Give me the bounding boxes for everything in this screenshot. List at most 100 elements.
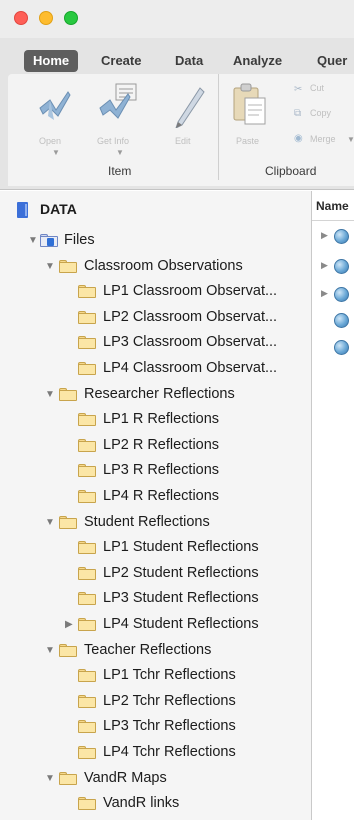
list-item[interactable]: [312, 308, 354, 333]
scissors-icon: ✂: [294, 84, 303, 95]
tree-item-lp2-r-reflections[interactable]: LP2 R Reflections: [0, 433, 311, 459]
tree-item-lp2-tchr-reflections[interactable]: LP2 Tchr Reflections: [0, 689, 311, 715]
minimize-window-button[interactable]: [39, 11, 53, 25]
list-item[interactable]: [312, 335, 354, 360]
tree-item-lp3-tchr-reflections[interactable]: LP3 Tchr Reflections: [0, 714, 311, 740]
tree-item-label: LP1 Tchr Reflections: [103, 667, 236, 684]
column-header-name[interactable]: Name: [312, 191, 354, 221]
globe-icon: [334, 287, 349, 302]
merge-icon: ◉: [294, 133, 303, 144]
disclosure-collapsed-icon[interactable]: ▶: [321, 260, 328, 271]
tab-analyze[interactable]: Analyze: [233, 50, 282, 72]
tree-root-data[interactable]: DATA: [0, 191, 311, 227]
folder-icon: [78, 566, 96, 580]
ribbon: Home Create Data Analyze Quer Open ▼ Get…: [0, 38, 354, 190]
tree-item-label: LP2 Classroom Observat...: [103, 308, 278, 325]
disclosure-expanded-icon[interactable]: ▼: [45, 517, 55, 529]
tree-item-researcher-reflections[interactable]: ▼ Researcher Reflections: [0, 382, 311, 408]
database-icon: [17, 202, 28, 218]
tree-item-lp1-tchr-reflections[interactable]: LP1 Tchr Reflections: [0, 663, 311, 689]
tree-item-classroom-observations[interactable]: ▼ Classroom Observations: [0, 254, 311, 280]
get-info-label: Get Info: [97, 136, 130, 146]
disclosure-expanded-icon[interactable]: ▼: [45, 389, 55, 401]
get-info-icon: [99, 83, 137, 119]
tree-item-lp4-tchr-reflections[interactable]: LP4 Tchr Reflections: [0, 740, 311, 766]
navigation-tree: DATA ▼ Files ▼ Classroom Observations LP…: [0, 191, 311, 820]
folder-icon: [78, 797, 96, 811]
tree-item-lp1-classroom-observations[interactable]: LP1 Classroom Observat...: [0, 279, 311, 305]
open-label: Open: [39, 136, 62, 146]
folder-icon: [59, 643, 77, 657]
folder-icon: [78, 592, 96, 606]
globe-icon: [334, 313, 349, 328]
disclosure-expanded-icon[interactable]: ▼: [45, 773, 55, 785]
tab-query[interactable]: Quer: [317, 50, 347, 72]
tree-item-label: LP3 R Reflections: [103, 462, 220, 479]
folder-icon: [59, 387, 77, 401]
tree-item-lp4-student-reflections[interactable]: ▶ LP4 Student Reflections: [0, 612, 311, 638]
list-item[interactable]: ▶: [312, 254, 354, 279]
folder-icon: [78, 438, 96, 452]
copy-label: Copy: [310, 108, 332, 118]
tree-item-lp1-r-reflections[interactable]: LP1 R Reflections: [0, 407, 311, 433]
file-list: Name ▶ ▶ ▶: [312, 191, 354, 820]
tree-item-label: Teacher Reflections: [84, 641, 212, 658]
close-window-button[interactable]: [14, 11, 28, 25]
globe-icon: [334, 259, 349, 274]
zoom-window-button[interactable]: [64, 11, 78, 25]
tree-item-vandr-links[interactable]: VandR links: [0, 791, 311, 817]
disclosure-expanded-icon[interactable]: ▼: [45, 645, 55, 657]
globe-icon: [334, 229, 349, 244]
tree-item-lp3-classroom-observations[interactable]: LP3 Classroom Observat...: [0, 330, 311, 356]
folder-icon: [78, 746, 96, 759]
tab-home[interactable]: Home: [24, 50, 79, 72]
tab-data[interactable]: Data: [175, 50, 203, 72]
tree-item-lp3-r-reflections[interactable]: LP3 R Reflections: [0, 458, 311, 484]
tree-item-label: LP3 Tchr Reflections: [103, 718, 236, 735]
clipboard-icon: [233, 83, 266, 125]
disclosure-collapsed-icon[interactable]: ▶: [65, 619, 73, 631]
folder-icon: [59, 515, 77, 529]
folder-icon: [78, 490, 96, 503]
ribbon-group-divider: [218, 74, 219, 180]
tree-item-vandr-maps[interactable]: ▼ VandR Maps: [0, 766, 311, 792]
tab-create[interactable]: Create: [101, 50, 141, 72]
disclosure-expanded-icon[interactable]: ▼: [28, 235, 38, 247]
disclosure-collapsed-icon[interactable]: ▶: [321, 230, 328, 241]
folder-icon: [78, 720, 96, 734]
paste-label: Paste: [236, 136, 260, 146]
tree-item-lp2-classroom-observations[interactable]: LP2 Classroom Observat...: [0, 305, 311, 331]
chevron-down-icon: ▼: [116, 148, 124, 157]
tree-item-files[interactable]: ▼ Files: [0, 228, 311, 254]
files-folder-icon: [40, 234, 58, 247]
tree-item-label: LP2 Student Reflections: [103, 564, 259, 581]
chevron-down-icon: ▼: [52, 148, 60, 157]
tree-item-teacher-reflections[interactable]: ▼ Teacher Reflections: [0, 638, 311, 664]
chevron-down-icon: ▼: [347, 135, 354, 144]
globe-icon: [334, 340, 349, 355]
tree-item-label: LP4 Student Reflections: [103, 616, 259, 632]
list-item[interactable]: ▶: [312, 224, 354, 249]
disclosure-expanded-icon[interactable]: ▼: [45, 261, 55, 273]
edit-label: Edit: [175, 136, 191, 146]
tree-item-label: LP3 Classroom Observat...: [103, 334, 278, 351]
pencil-icon: [175, 87, 205, 128]
tree-item-lp4-r-reflections[interactable]: LP4 R Reflections: [0, 484, 311, 510]
folder-icon: [59, 259, 77, 273]
list-item[interactable]: ▶: [312, 282, 354, 307]
folder-icon: [78, 285, 96, 299]
open-icon: [39, 91, 71, 120]
tree-item-lp4-classroom-observations[interactable]: LP4 Classroom Observat...: [0, 356, 311, 382]
tree-item-label: Classroom Observations: [84, 257, 243, 274]
tree-item-student-reflections[interactable]: ▼ Student Reflections: [0, 510, 311, 536]
disclosure-collapsed-icon[interactable]: ▶: [321, 288, 328, 299]
tree-item-lp3-student-reflections[interactable]: LP3 Student Reflections: [0, 586, 311, 612]
tree-item-label: Student Reflections: [84, 513, 210, 530]
cut-label: Cut: [310, 83, 325, 93]
folder-icon: [78, 669, 96, 683]
folder-icon: [59, 771, 77, 785]
tree-item-label: LP4 Tchr Reflections: [103, 744, 236, 760]
tree-item-lp2-student-reflections[interactable]: LP2 Student Reflections: [0, 561, 311, 587]
tree-item-lp1-student-reflections[interactable]: LP1 Student Reflections: [0, 535, 311, 561]
tree-item-label: LP1 Classroom Observat...: [103, 283, 278, 300]
